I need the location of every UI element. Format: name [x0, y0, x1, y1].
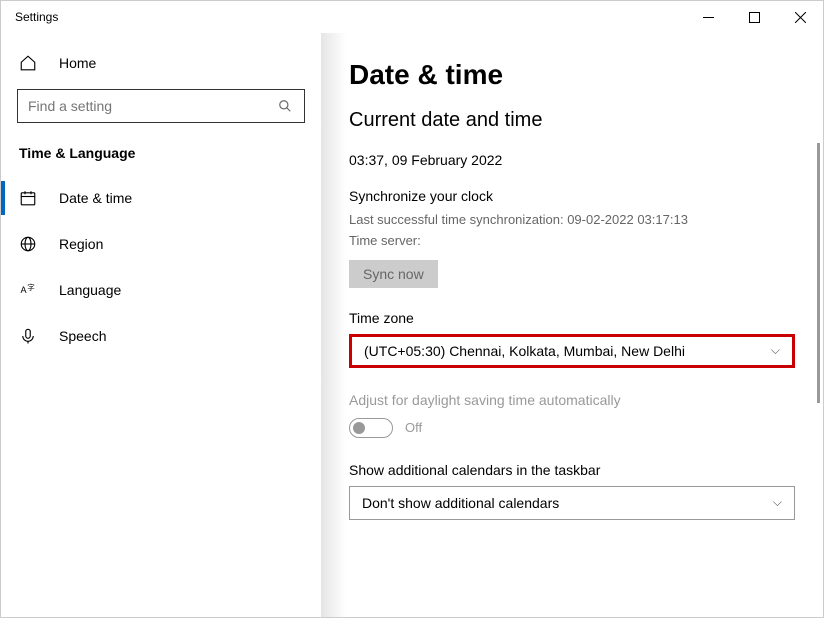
sidebar-item-speech[interactable]: Speech	[1, 313, 321, 359]
home-label: Home	[59, 55, 96, 71]
toggle-knob	[353, 422, 365, 434]
additional-calendars-value: Don't show additional calendars	[362, 495, 559, 511]
section-heading: Current date and time	[349, 109, 795, 132]
search-input[interactable]	[28, 98, 276, 114]
close-button[interactable]	[777, 1, 823, 33]
body: Home Time & Language Date & time	[1, 33, 823, 617]
search-box[interactable]	[17, 89, 305, 123]
globe-icon	[19, 235, 37, 253]
page-title: Date & time	[349, 59, 795, 91]
minimize-button[interactable]	[685, 1, 731, 33]
sidebar-item-label: Region	[59, 236, 103, 252]
language-icon: A字	[19, 281, 37, 299]
dst-state: Off	[405, 420, 422, 435]
sidebar-item-label: Language	[59, 282, 121, 298]
sidebar-item-language[interactable]: A字 Language	[1, 267, 321, 313]
microphone-icon	[19, 327, 37, 345]
close-icon	[795, 12, 806, 23]
sidebar: Home Time & Language Date & time	[1, 33, 321, 617]
calendar-clock-icon	[19, 189, 37, 207]
dst-toggle[interactable]	[349, 418, 393, 438]
minimize-icon	[703, 12, 714, 23]
dst-label: Adjust for daylight saving time automati…	[349, 392, 795, 408]
maximize-icon	[749, 12, 760, 23]
sync-now-button[interactable]: Sync now	[349, 260, 438, 288]
sync-heading: Synchronize your clock	[349, 188, 795, 204]
home-icon	[19, 54, 37, 72]
chevron-down-icon: ⌵	[773, 495, 782, 510]
timezone-value: (UTC+05:30) Chennai, Kolkata, Mumbai, Ne…	[364, 343, 685, 359]
scrollbar-thumb[interactable]	[817, 143, 820, 403]
window-title: Settings	[15, 10, 58, 24]
last-sync-text: Last successful time synchronization: 09…	[349, 210, 795, 231]
svg-text:字: 字	[27, 282, 35, 292]
window-controls	[685, 1, 823, 33]
sidebar-category: Time & Language	[1, 135, 321, 175]
search-wrap	[1, 83, 321, 135]
timezone-label: Time zone	[349, 310, 795, 326]
sidebar-item-region[interactable]: Region	[1, 221, 321, 267]
sidebar-item-date-time[interactable]: Date & time	[1, 175, 321, 221]
main-content: Date & time Current date and time 03:37,…	[321, 33, 823, 617]
svg-text:A: A	[21, 285, 27, 295]
chevron-down-icon: ⌵	[771, 343, 780, 358]
additional-calendars-dropdown[interactable]: Don't show additional calendars ⌵	[349, 486, 795, 520]
home-link[interactable]: Home	[1, 43, 321, 83]
settings-window: Settings Home	[0, 0, 824, 618]
titlebar: Settings	[1, 1, 823, 33]
maximize-button[interactable]	[731, 1, 777, 33]
current-datetime: 03:37, 09 February 2022	[349, 152, 795, 168]
sidebar-item-label: Speech	[59, 328, 106, 344]
additional-calendars-label: Show additional calendars in the taskbar	[349, 462, 795, 478]
search-icon	[276, 97, 294, 115]
scrollbar[interactable]	[817, 143, 821, 617]
sidebar-item-label: Date & time	[59, 190, 132, 206]
dst-toggle-row: Off	[349, 418, 795, 438]
timezone-dropdown[interactable]: (UTC+05:30) Chennai, Kolkata, Mumbai, Ne…	[349, 334, 795, 368]
time-server-label: Time server:	[349, 231, 795, 252]
